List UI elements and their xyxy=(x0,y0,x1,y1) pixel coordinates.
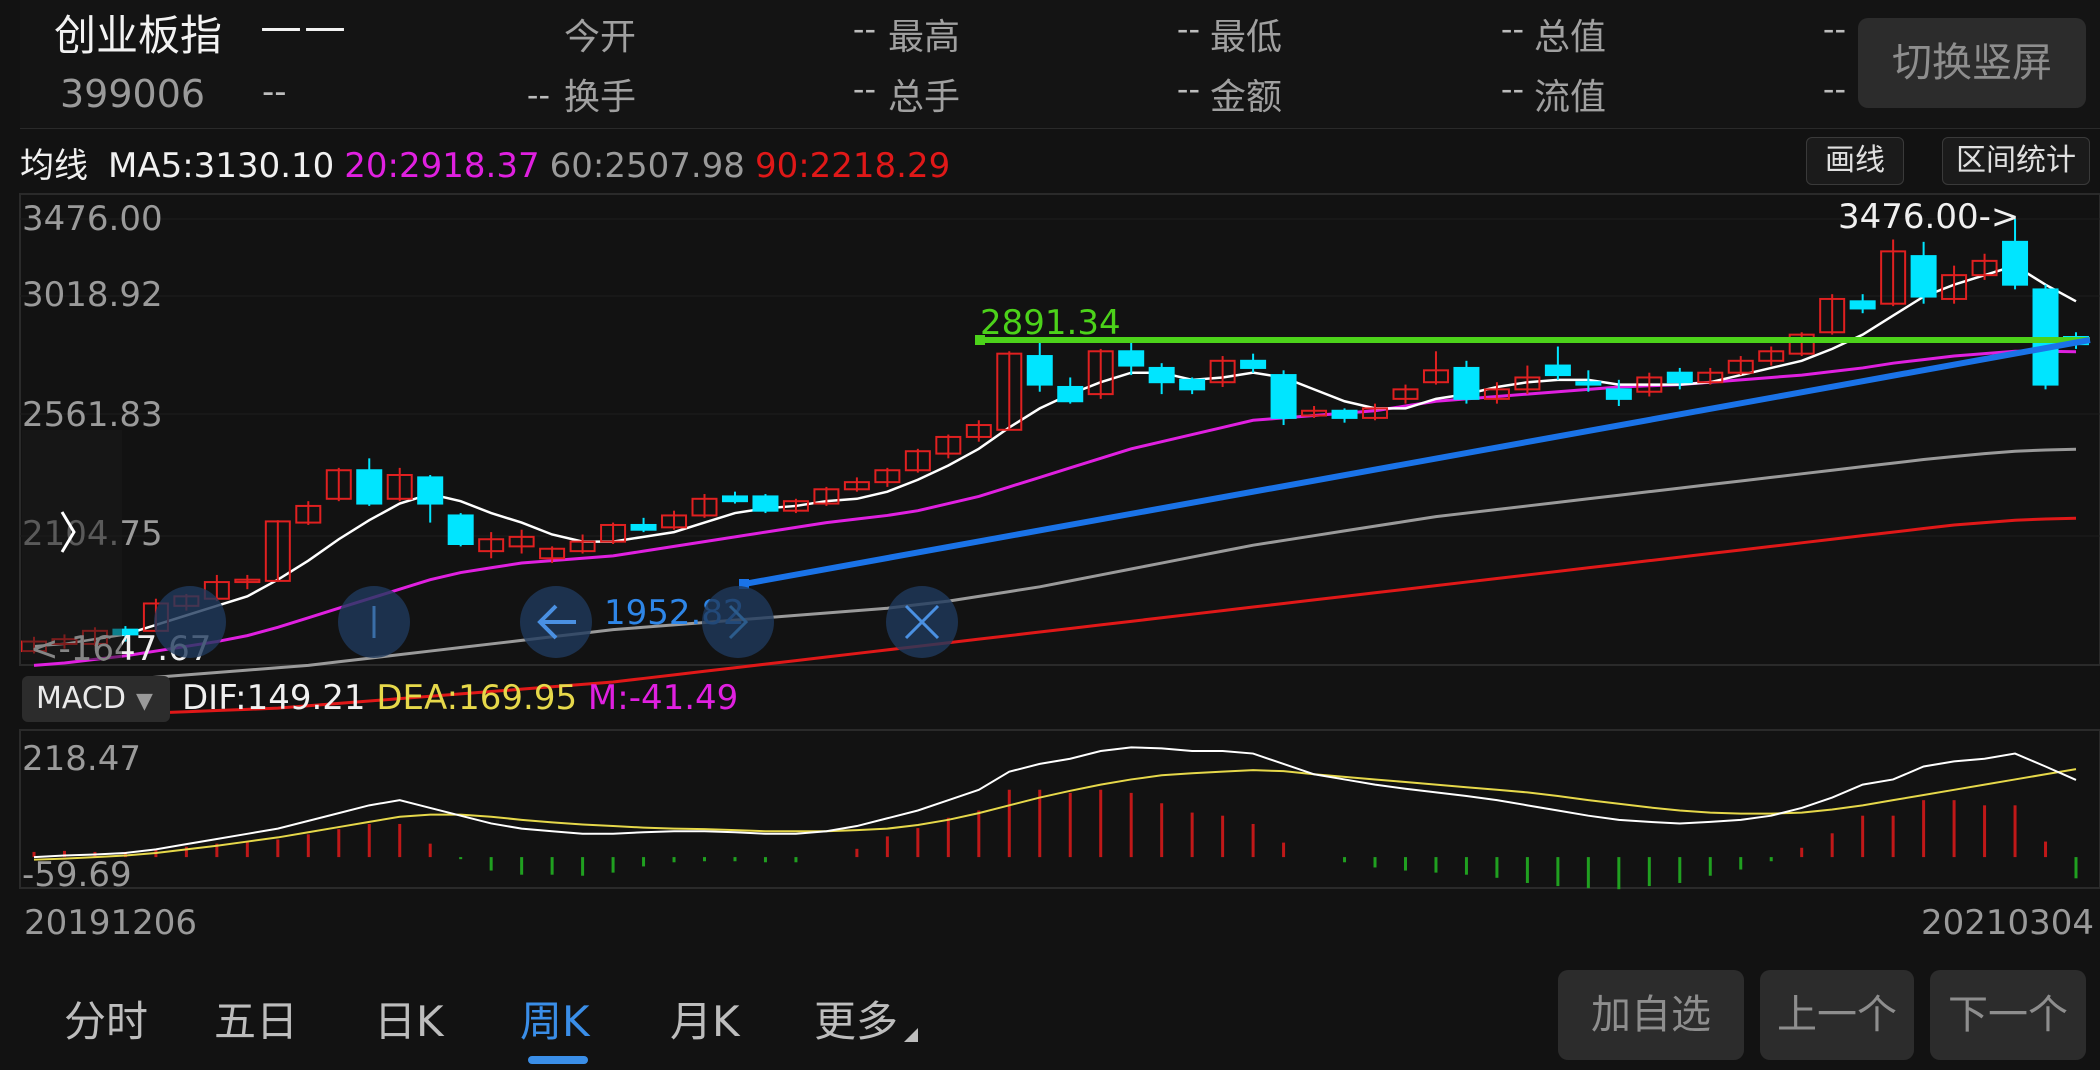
candle-down xyxy=(1575,381,1602,386)
macd-tick-high: 218.47 xyxy=(22,739,141,779)
tab-weekly-k[interactable]: 周K xyxy=(520,988,590,1049)
date-end: 20210304 xyxy=(1920,903,2094,943)
candle-down xyxy=(1057,385,1084,403)
macd-legend: DIF:149.21 DEA:169.95 M:-41.49 xyxy=(182,678,738,728)
candle-down xyxy=(1118,350,1145,367)
tab-daily-k[interactable]: 日K xyxy=(374,988,444,1049)
tab-more[interactable]: 更多 xyxy=(814,988,898,1049)
candle-down xyxy=(1605,388,1632,400)
dea-value: DEA:169.95 xyxy=(376,678,578,718)
candle-down xyxy=(1910,255,1937,298)
candle-down xyxy=(417,476,444,505)
macd-lines xyxy=(33,746,2077,861)
main-panel-border xyxy=(19,193,2100,666)
macd-chart-grid xyxy=(19,729,2100,889)
drawn-trend-lines: 2891.341952.82 xyxy=(604,303,2091,633)
candle-down xyxy=(1270,374,1297,419)
candle-down xyxy=(1666,371,1693,384)
support-line xyxy=(743,337,2091,587)
candle-down xyxy=(1148,366,1175,384)
active-tab-indicator xyxy=(528,1056,588,1064)
date-start: 20191206 xyxy=(24,903,198,943)
max-marker: 3476.00-> xyxy=(1838,197,2019,237)
candle-down xyxy=(2002,240,2029,286)
dif-line xyxy=(33,746,2077,859)
y-axis-ticks: 3476.003018.922561.832104.753476.00-><-1… xyxy=(22,197,2019,669)
candle-down xyxy=(1179,378,1206,391)
y-tick-label: 3018.92 xyxy=(22,275,163,315)
tab-five-day[interactable]: 五日 xyxy=(214,988,298,1049)
candle-down xyxy=(1849,300,1876,310)
macd-tick-low: -59.69 xyxy=(22,855,132,895)
collapse-left-button xyxy=(154,586,226,658)
previous-button[interactable]: 上一个 xyxy=(1760,970,1914,1060)
candles xyxy=(21,219,2089,654)
resistance-label: 2891.34 xyxy=(980,303,1121,343)
dea-line xyxy=(33,768,2077,861)
candle-down xyxy=(1544,364,1571,377)
candle-down xyxy=(630,523,657,531)
main-chart-grid xyxy=(19,193,2100,666)
next-button[interactable]: 下一个 xyxy=(1930,970,2086,1060)
candle-down xyxy=(752,495,779,512)
more-corner-icon xyxy=(904,1028,918,1042)
kline-chart[interactable]: 2891.341952.82 3476.003018.922561.832104… xyxy=(0,0,2100,1070)
dropdown-arrow-icon: ▼ xyxy=(135,689,153,714)
candle-down xyxy=(1240,359,1267,369)
side-panel-handle xyxy=(22,430,122,660)
tab-intraday[interactable]: 分时 xyxy=(64,988,148,1049)
candle-down xyxy=(356,469,383,505)
add-watchlist-button[interactable]: 加自选 xyxy=(1558,970,1744,1060)
ma60-line xyxy=(33,447,2077,686)
indicator-select-label: MACD xyxy=(36,681,126,716)
m-value: M:-41.49 xyxy=(587,678,739,718)
candle-down xyxy=(721,495,748,503)
candle-down xyxy=(1331,409,1358,419)
macd-panel-border xyxy=(19,729,2100,889)
candle-down xyxy=(447,514,474,546)
chevron-right-button xyxy=(702,586,774,658)
y-tick-label: 3476.00 xyxy=(22,199,163,239)
candle-down xyxy=(1453,366,1480,400)
macd-y-ticks: 218.47 -59.69 xyxy=(22,739,141,895)
y-tick-label: 2561.83 xyxy=(22,395,163,435)
dif-value: DIF:149.21 xyxy=(182,678,366,718)
candle-down xyxy=(1026,355,1053,386)
tab-monthly-k[interactable]: 月K xyxy=(670,988,740,1049)
indicator-select[interactable]: MACD ▼ xyxy=(22,676,170,722)
macd-histogram xyxy=(32,789,2078,890)
